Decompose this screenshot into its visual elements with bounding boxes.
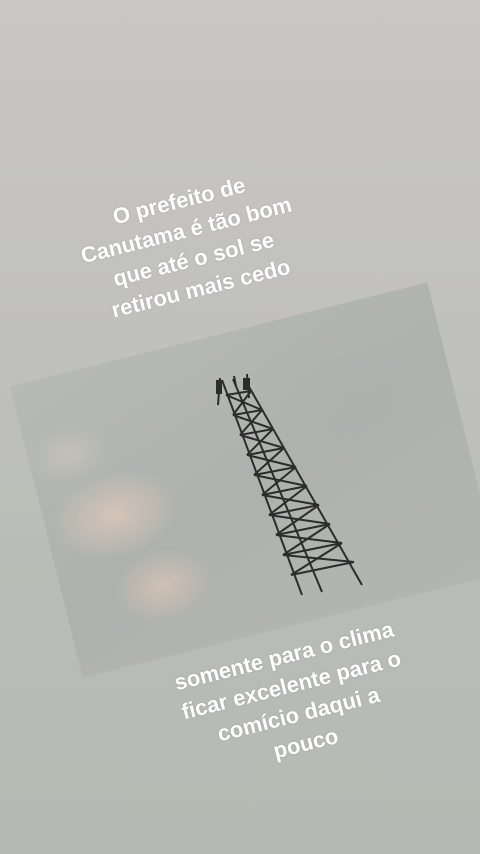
story-canvas: O prefeito de Canutama é tão bom que até… xyxy=(0,0,480,854)
caption-top: O prefeito de Canutama é tão bom que até… xyxy=(44,154,335,336)
